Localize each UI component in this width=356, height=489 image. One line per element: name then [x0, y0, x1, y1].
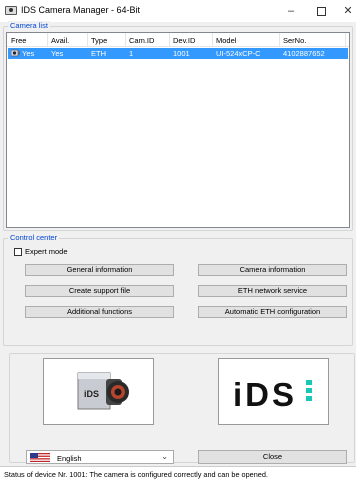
eth-network-service-button[interactable]: ETH network service	[198, 285, 347, 297]
svg-text:iDS: iDS	[84, 389, 99, 399]
cell-model: UI-524xCP-C	[216, 49, 261, 58]
close-button[interactable]: Close	[198, 450, 347, 464]
table-row[interactable]: Yes Yes ETH 1 1001 UI-524xCP-C 410288765…	[8, 48, 348, 59]
camera-list-title: Camera list	[8, 21, 50, 30]
column-header[interactable]: SerNo.	[283, 36, 306, 45]
cell-cam-id: 1	[129, 49, 134, 58]
expert-mode-label: Expert mode	[25, 247, 68, 256]
us-flag-icon	[30, 453, 50, 462]
ids-logo: iDS	[233, 376, 312, 413]
cell-avail: Yes	[51, 49, 64, 58]
column-header[interactable]: Free	[11, 36, 26, 45]
cell-type: ETH	[91, 49, 106, 58]
column-header[interactable]: Type	[91, 36, 107, 45]
title-bar: IDS Camera Manager - 64-Bit – ✕	[0, 0, 356, 22]
status-text: Status of device Nr. 1001: The camera is…	[4, 470, 268, 479]
window-title: IDS Camera Manager - 64-Bit	[21, 5, 141, 15]
maximize-button[interactable]	[306, 0, 336, 22]
maximize-icon	[316, 6, 326, 16]
camera-information-button[interactable]: Camera information	[198, 264, 347, 276]
additional-functions-button[interactable]: Additional functions	[25, 306, 174, 318]
column-header[interactable]: Dev.ID	[173, 36, 195, 45]
app-camera-icon	[5, 6, 17, 15]
camera-icon: iDS	[77, 372, 129, 410]
cell-free: Yes	[22, 49, 35, 58]
chevron-down-icon: ⌄	[161, 452, 168, 461]
cell-serno: 4102887652	[283, 49, 325, 58]
control-center-title: Control center	[8, 233, 60, 242]
language-value: English	[57, 454, 82, 463]
expert-mode-checkbox[interactable]	[14, 248, 22, 256]
ids-logo-panel: iDS	[218, 358, 329, 425]
cell-dev-id: 1001	[173, 49, 190, 58]
minimize-button[interactable]: –	[276, 0, 306, 22]
column-header[interactable]: Model	[216, 36, 236, 45]
create-support-file-button[interactable]: Create support file	[25, 285, 174, 297]
general-information-button[interactable]: General information	[25, 264, 174, 276]
status-bar: Status of device Nr. 1001: The camera is…	[0, 466, 356, 489]
list-header: Free Avail. Type Cam.ID Dev.ID Model Ser…	[7, 33, 349, 47]
column-header[interactable]: Cam.ID	[129, 36, 154, 45]
svg-text:iDS: iDS	[233, 376, 297, 413]
language-select[interactable]: English ⌄	[26, 450, 174, 464]
camera-row-icon	[11, 49, 20, 57]
column-header[interactable]: Avail.	[51, 36, 69, 45]
automatic-eth-configuration-button[interactable]: Automatic ETH configuration	[198, 306, 347, 318]
camera-product-image: iDS	[43, 358, 154, 425]
camera-list-view[interactable]: Free Avail. Type Cam.ID Dev.ID Model Ser…	[6, 32, 350, 228]
close-window-button[interactable]: ✕	[333, 0, 356, 22]
